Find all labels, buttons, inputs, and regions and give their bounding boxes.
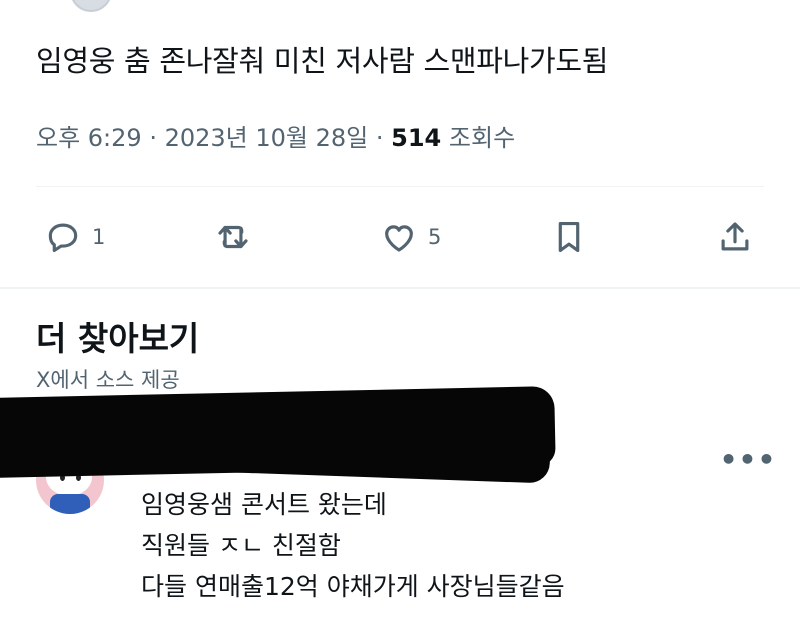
bookmark-button[interactable] — [550, 215, 588, 259]
meta-separator: · — [149, 124, 165, 152]
avatar-outfit — [50, 494, 90, 514]
tweet-text: 임영웅 춤 존나잘춰 미친 저사람 스맨파나가도됨 — [36, 44, 609, 78]
reply-line: 직원들 ㅈㄴ 친절함 — [141, 531, 341, 560]
reply-line: 다들 연매출12억 야채가게 사장님들같음 — [141, 572, 565, 601]
bookmark-icon — [558, 221, 580, 253]
like-button[interactable]: 5 — [380, 215, 441, 259]
retweet-button[interactable] — [214, 215, 252, 259]
views-count: 514 — [391, 124, 442, 152]
section-title: 더 찾아보기 — [36, 319, 200, 358]
like-icon — [385, 225, 413, 252]
tweet-date[interactable]: 2023년 10월 28일 — [165, 124, 369, 152]
tweet-actions: 1 5 — [0, 215, 800, 259]
share-icon — [721, 222, 749, 251]
like-count: 5 — [428, 225, 442, 249]
share-button[interactable] — [716, 215, 754, 259]
section-divider — [0, 287, 800, 289]
reply-line: 임영웅샘 콘서트 왔는데 — [141, 490, 387, 519]
retweet-icon — [218, 225, 248, 249]
meta-separator: · — [375, 124, 392, 152]
views-label: 조회수 — [448, 124, 516, 152]
divider — [36, 186, 764, 187]
tweet-meta: 오후 6:29 · 2023년 10월 28일 · 514 조회수 — [36, 118, 515, 153]
author-avatar[interactable] — [70, 0, 112, 12]
reply-icon — [48, 223, 78, 253]
tweet-time[interactable]: 오후 6:29 — [36, 124, 142, 152]
reply-button[interactable]: 1 — [44, 215, 105, 259]
reply-count: 1 — [92, 225, 106, 249]
source-label: X에서 소스 제공 — [36, 368, 180, 392]
more-options-button[interactable]: ••• — [720, 443, 776, 476]
reply-text: 임영웅샘 콘서트 왔는데 직원들 ㅈㄴ 친절함 다들 연매출12억 야채가게 사… — [141, 484, 565, 607]
